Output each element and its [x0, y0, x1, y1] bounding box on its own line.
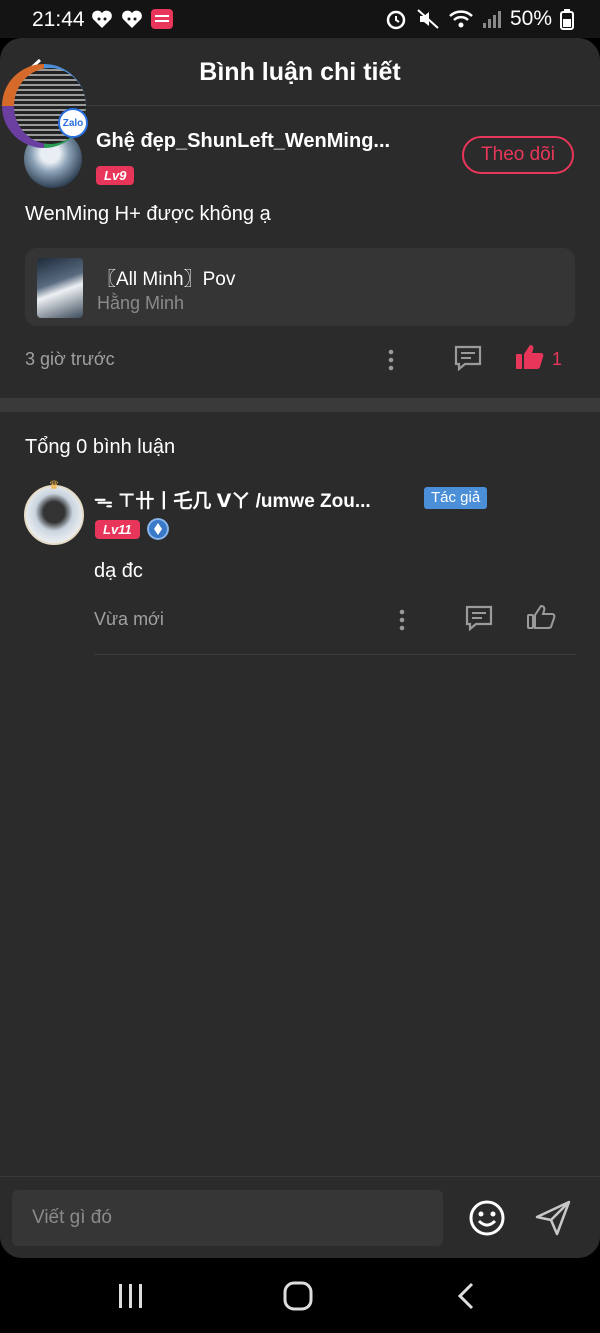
comment-more-options-icon[interactable] — [399, 608, 405, 632]
heart-face-icon — [122, 10, 142, 28]
comment-icon[interactable] — [453, 344, 483, 372]
comment-text: dạ đc — [94, 560, 143, 582]
recent-apps-icon[interactable] — [110, 1280, 150, 1312]
alarm-icon — [386, 10, 406, 30]
post-time: 3 giờ trước — [25, 349, 115, 369]
post-like-count: 1 — [552, 349, 563, 369]
gem-badge-icon — [147, 518, 169, 540]
header: Bình luận chi tiết — [0, 38, 600, 106]
comment-author-avatar[interactable] — [24, 485, 84, 545]
battery-percent: 50% — [509, 7, 552, 30]
post-author-name[interactable]: Ghệ đẹp_ShunLeft_WenMing... — [96, 130, 396, 153]
more-options-icon[interactable] — [388, 348, 394, 372]
avatar-crown-icon: ♛ — [48, 478, 60, 492]
comment-author-name[interactable]: ᯓ ⊤卄丨乇几 ᐯㄚ /umwe Zou... — [94, 486, 410, 513]
heart-face-icon — [92, 10, 112, 28]
total-comments-label: Tổng 0 bình luận — [25, 436, 176, 458]
comment-separator — [94, 654, 576, 655]
system-back-icon[interactable] — [446, 1280, 486, 1312]
comment-like-icon[interactable] — [526, 603, 556, 631]
section-divider — [0, 398, 600, 412]
story-thumbnail — [37, 258, 83, 318]
send-icon[interactable] — [533, 1199, 573, 1237]
battery-icon — [560, 9, 574, 30]
story-title: 〖All Minh〗Pov — [97, 269, 236, 290]
zalo-icon: Zalo — [58, 108, 88, 138]
status-time: 21:44 — [32, 8, 85, 31]
emoji-icon[interactable] — [468, 1199, 506, 1237]
wifi-icon — [449, 10, 473, 28]
status-right-icons: 50% — [384, 7, 574, 31]
post-content: WenMing H+ được không ạ — [25, 203, 271, 225]
status-left-icons — [90, 8, 174, 30]
story-card[interactable]: 〖All Minh〗Pov Hằng Minh — [25, 248, 575, 326]
story-author: Hằng Minh — [97, 293, 185, 313]
system-nav-bar — [0, 1258, 600, 1333]
comment-level-badge: Lv11 — [95, 520, 140, 539]
page-title: Bình luận chi tiết — [199, 58, 401, 86]
comment-input-bar — [0, 1176, 600, 1258]
like-icon-active[interactable] — [515, 343, 545, 371]
follow-button[interactable]: Theo dõi — [462, 136, 574, 174]
signal-icon — [482, 11, 501, 28]
manga-toon-icon — [151, 9, 173, 29]
app-surface: Bình luận chi tiết Ghệ đẹp_ShunLeft_WenM… — [0, 38, 600, 1258]
post-level-badge: Lv9 — [96, 166, 135, 185]
author-tag: Tác giả — [424, 487, 488, 509]
comment-input[interactable] — [12, 1190, 443, 1246]
home-icon[interactable] — [278, 1280, 318, 1312]
mute-icon — [417, 9, 439, 29]
comment-time: Vừa mới — [94, 609, 164, 629]
status-bar: 21:44 50% — [0, 0, 600, 38]
comment-reply-icon[interactable] — [464, 604, 494, 632]
